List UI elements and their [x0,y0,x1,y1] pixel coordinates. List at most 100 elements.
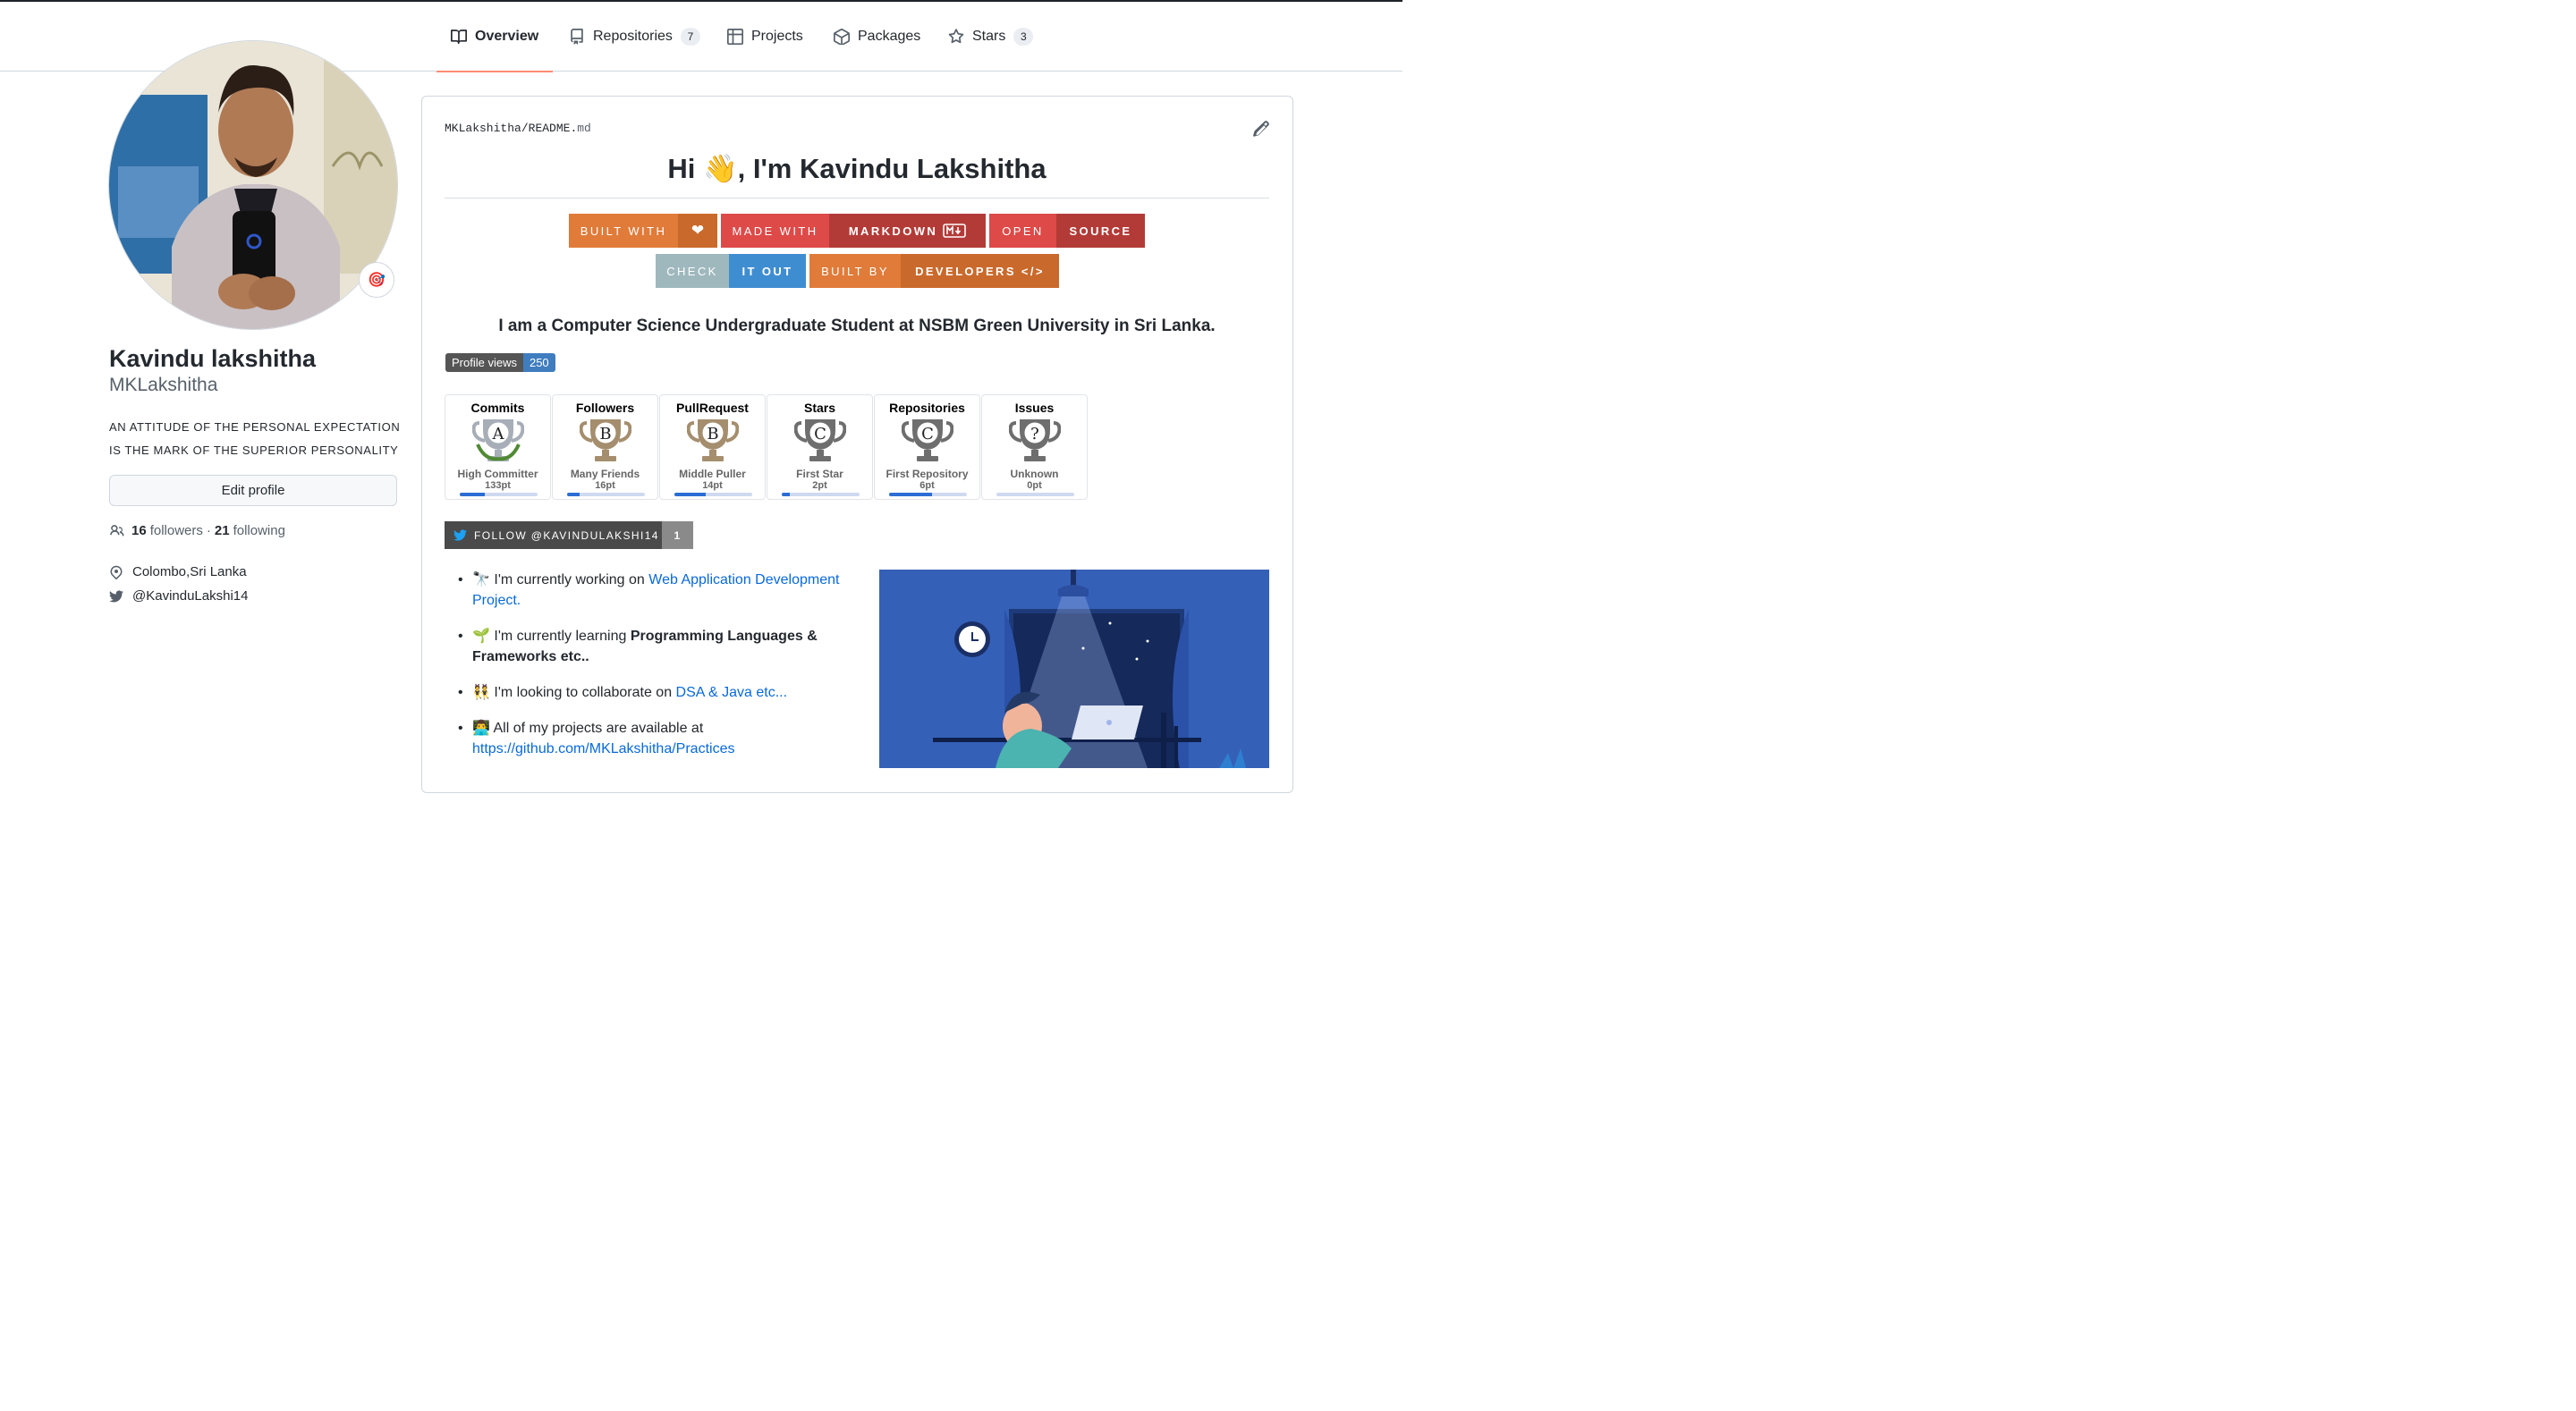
markdown-icon [943,224,966,238]
trophy-name: High Committer [457,468,538,480]
status-emoji-button[interactable]: 🎯 [359,262,394,298]
trophy-name: Middle Puller [679,468,746,480]
follow-stats: 16 followers · 21 following [109,523,285,538]
following-count[interactable]: 21 [215,523,230,538]
trophy-title: Followers [575,401,635,415]
badge-right-text: MARKDOWN [848,224,938,238]
separator: · [206,523,211,538]
profile-views-label: Profile views [445,353,523,372]
trophy-card-issues[interactable]: Issues? Unknown 0pt [981,394,1088,500]
trophy-points: 133pt [485,480,511,491]
collaborate-link[interactable]: DSA & Java etc... [676,685,788,700]
badge-right: MARKDOWN [829,214,986,248]
trophy-card-followers[interactable]: Followers B Many Friends 16pt [552,394,658,500]
trophy-card-commits[interactable]: Commits A High Committer 133pt [445,394,551,500]
avatar-photo [109,41,397,329]
seedling-icon: 🌱 [472,629,490,644]
badge-check-it-out[interactable]: CHECK IT OUT [656,254,806,288]
stars-count-badge: 3 [1013,28,1034,46]
tab-overview[interactable]: Overview [436,2,554,72]
target-icon: 🎯 [368,273,386,288]
twitter-handle[interactable]: @KavinduLakshi14 [132,588,248,604]
following-link[interactable]: following [233,523,285,538]
trophy-name: First Star [796,468,843,480]
trophy-title: Repositories [889,401,965,415]
avatar[interactable] [108,40,398,330]
tab-packages[interactable]: Packages [834,2,920,72]
tab-stars[interactable]: Stars 3 [948,2,1034,72]
trophy-cup-icon: C [902,419,953,461]
telescope-icon: 🔭 [472,572,490,587]
list-item-text: I'm looking to collaborate on [494,685,676,700]
badge-left: BUILT BY [809,254,901,288]
trophy-rank: B [707,425,718,444]
pencil-icon[interactable] [1252,120,1270,138]
star-icon [948,29,964,44]
badge-left: MADE WITH [721,214,829,248]
trophy-cup-icon: B [580,419,631,461]
trophy-card-stars[interactable]: Stars C First Star 2pt [767,394,873,500]
badge-left: OPEN [989,214,1056,248]
trophy-cup-icon: B [687,419,739,461]
badge-built-by-developers[interactable]: BUILT BY DEVELOPERS </> [809,254,1059,288]
trophy-title: Commits [470,401,525,415]
readme-tagline: I am a Computer Science Undergraduate St… [498,317,1216,335]
badge-made-with-markdown[interactable]: MADE WITH MARKDOWN [721,214,986,248]
package-icon [834,29,850,45]
tab-label: Repositories [593,29,673,44]
bio-line: IS THE MARK OF THE SUPERIOR PERSONALITY [109,444,399,457]
trophy-card-repositories[interactable]: Repositories C First Repository 6pt [874,394,980,500]
list-item: 👯 I'm looking to collaborate on DSA & Ja… [456,682,850,703]
readme-file-link[interactable]: README.md [529,122,591,135]
twitter-follow-label: FOLLOW @KAVINDULAKSHI14 [474,528,659,542]
dancers-icon: 👯 [472,685,490,700]
trophy-cup-icon: ? [1009,419,1061,461]
trophy-progress-bar [674,493,752,496]
profile-views-badge: Profile views 250 [445,353,555,372]
trophy-cup-icon: A [472,419,524,461]
followers-count[interactable]: 16 [131,523,147,538]
trophy-title: PullRequest [676,401,749,415]
trophy-rank: B [599,425,611,444]
trophy-name: First Repository [886,468,969,480]
profile-twitter[interactable]: @KavinduLakshi14 [109,588,248,604]
repo-icon [571,29,583,45]
file-ext: md [577,122,591,135]
trophy-points: 2pt [812,480,827,491]
trophy-progress-fill [782,493,790,496]
twitter-icon [109,589,123,602]
trophy-progress-bar [782,493,860,496]
profile-views-count: 250 [522,353,555,372]
trophy-card-pullrequest[interactable]: PullRequest B Middle Puller 14pt [659,394,766,500]
readme-path: MKLakshitha/README.md [445,122,591,135]
badge-built-with-love[interactable]: BUILT WITH ❤ [569,214,717,248]
projects-link[interactable]: https://github.com/MKLakshitha/Practices [472,741,734,756]
readme-heading: Hi 👋, I'm Kavindu Lakshitha [667,153,1046,184]
trophy-progress-bar [567,493,645,496]
profile-full-name: Kavindu lakshitha [109,345,317,372]
tab-repositories[interactable]: Repositories 7 [569,2,700,72]
badge-open-source[interactable]: OPEN SOURCE [989,214,1145,248]
technologist-icon: 👨‍💻 [472,721,490,736]
trophy-points: 16pt [595,480,615,491]
twitter-follow-left: FOLLOW @KAVINDULAKSHI14 [445,521,662,549]
path-separator: / [521,122,529,135]
edit-profile-button[interactable]: Edit profile [109,475,397,506]
heading-divider [445,198,1269,199]
twitter-follow-count: 1 [662,521,693,549]
readme-owner-link[interactable]: MKLakshitha [445,122,521,135]
bio-line: AN ATTITUDE OF THE PERSONAL EXPECTATION [109,420,401,434]
tab-projects[interactable]: Projects [727,2,803,72]
followers-link[interactable]: followers [150,523,203,538]
trophy-progress-fill [460,493,485,496]
trophy-progress-bar [996,493,1074,496]
list-item: 🔭 I'm currently working on Web Applicati… [456,570,850,611]
developer-illustration [879,570,1269,768]
trophy-rank: C [921,425,934,444]
badge-right: SOURCE [1056,214,1145,248]
trophy-points: 0pt [1027,480,1042,491]
tab-label: Stars [972,29,1006,44]
list-item-text: I'm currently learning [494,629,631,644]
twitter-follow-badge[interactable]: FOLLOW @KAVINDULAKSHI14 1 [445,521,693,549]
table-icon [727,29,743,45]
